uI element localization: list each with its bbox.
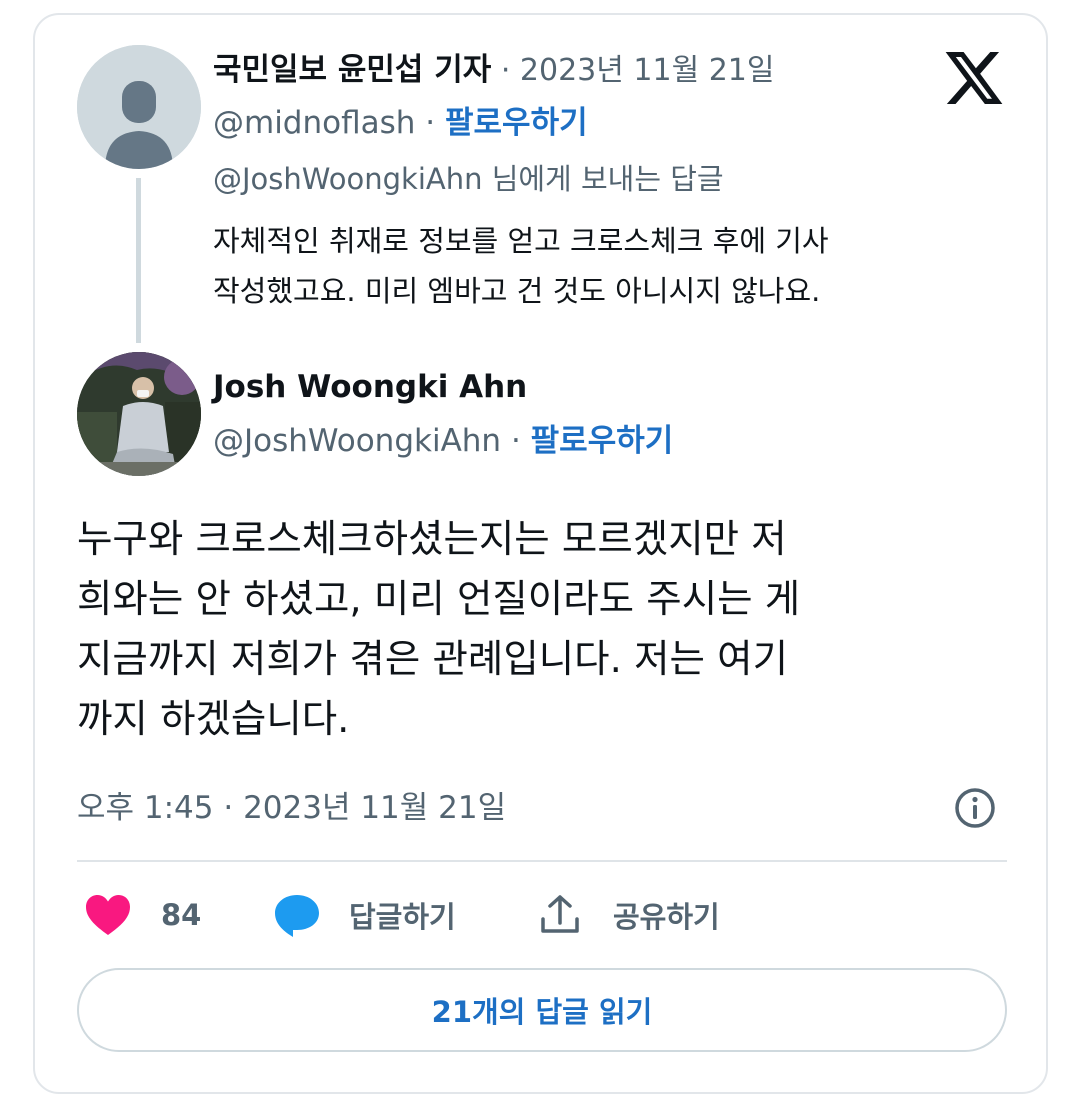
follow-button-reply-author[interactable]: 팔로우하기 — [445, 105, 588, 141]
avatar-default[interactable] — [77, 45, 201, 169]
main-author-handle[interactable]: @JoshWoongkiAhn — [213, 423, 501, 459]
heart-icon — [86, 895, 130, 935]
separator-dot: · — [510, 423, 521, 459]
reply-tweet-body: 자체적인 취재로 정보를 얻고 크로스체크 후에 기사 작성했고요. 미리 엠바… — [213, 216, 1013, 316]
like-button[interactable]: 84 — [84, 888, 201, 942]
reply-date[interactable]: 2023년 11월 21일 — [520, 53, 775, 88]
tweet-timestamp[interactable]: 오후 1:45 · 2023년 11월 21일 — [77, 785, 506, 831]
reply-author-name[interactable]: 국민일보 윤민섭 기자 — [213, 52, 491, 88]
main-text-line: 희와는 안 하셨고, 미리 언질이라도 주시는 게 — [77, 577, 801, 622]
share-label: 공유하기 — [613, 900, 720, 934]
main-text-line: 누구와 크로스체크하셨는지는 모르겠지만 저 — [77, 517, 787, 562]
reply-author-handle[interactable]: @midnoflash — [213, 105, 415, 141]
like-count: 84 — [161, 898, 202, 932]
speech-bubble-icon — [275, 895, 319, 937]
share-upload-icon — [541, 895, 579, 933]
thread-connector-line — [136, 178, 141, 343]
share-button[interactable]: 공유하기 — [538, 888, 720, 942]
info-icon[interactable] — [953, 786, 997, 830]
reply-label: 답글하기 — [349, 900, 456, 934]
profile-photo-icon — [77, 352, 201, 476]
reply-body-line: 자체적인 취재로 정보를 얻고 크로스체크 후에 기사 — [213, 224, 829, 258]
main-text-line: 지금까지 저희가 겪은 관례입니다. 저는 여기 — [77, 637, 788, 682]
read-replies-label: 21개의 답글 읽기 — [431, 995, 653, 1029]
x-logo-icon[interactable] — [945, 52, 1003, 104]
reply-button[interactable]: 답글하기 — [273, 888, 456, 942]
reply-body-line: 작성했고요. 미리 엠바고 건 것도 아니시지 않나요. — [213, 274, 821, 308]
main-tweet-text: 누구와 크로스체크하셨는지는 모르겠지만 저 희와는 안 하셨고, 미리 언질이… — [77, 510, 1007, 750]
separator-dot: · — [500, 53, 511, 88]
default-user-icon — [77, 45, 201, 169]
avatar-josh[interactable] — [77, 352, 201, 476]
reply-to-label: @JoshWoongkiAhn 님에게 보내는 답글 — [213, 162, 724, 196]
separator-dot: · — [425, 105, 436, 141]
follow-button-main-author[interactable]: 팔로우하기 — [531, 423, 674, 459]
read-replies-button[interactable]: 21개의 답글 읽기 — [77, 968, 1007, 1052]
main-author-name[interactable]: Josh Woongki Ahn — [213, 369, 527, 405]
main-text-line: 까지 하겠습니다. — [77, 697, 350, 742]
divider — [77, 860, 1007, 862]
